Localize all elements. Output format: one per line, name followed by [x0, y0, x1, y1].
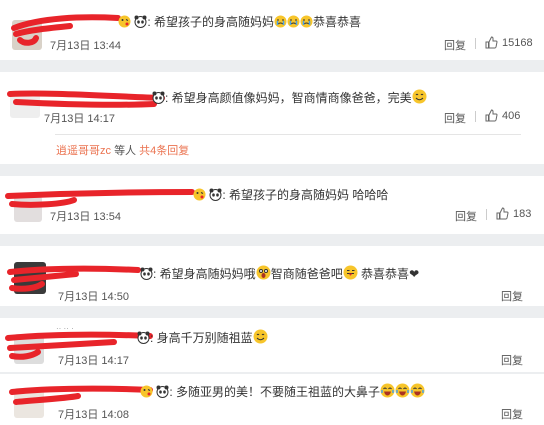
comment-time: 7月13日 14:17 [58, 355, 129, 367]
comment-text-part: 恭喜恭喜 [361, 267, 410, 281]
panda-icon [156, 385, 169, 398]
comment-text: : 多随亚男的美！不要随王祖蓝的大鼻子 [140, 383, 425, 400]
comment-card-5: ·· ·· · : 身高千万别随祖蓝 7月13日 14:17 回复 [0, 318, 544, 372]
panda-icon [134, 15, 147, 28]
kiss-emoji-icon [193, 188, 206, 201]
comment-text: : 希望孩子的身高随妈妈 恭喜恭喜 [118, 13, 361, 30]
comment-text-part: 希望孩子的身高随妈妈 [154, 15, 275, 29]
thumbs-up-icon [496, 207, 509, 220]
kiss-emoji-icon [140, 385, 153, 398]
divider [475, 38, 476, 49]
comment-text-part: 希望身高随妈妈哦 [159, 267, 256, 281]
panda-icon [137, 331, 150, 344]
comment-time: 7月13日 14:08 [58, 409, 129, 421]
divider [486, 209, 487, 220]
kiss-emoji-icon [118, 15, 131, 28]
laugh-cry-emoji-icon [395, 383, 410, 398]
comment-card-4: : 希望身高随妈妈哦 智商随爸爸吧 恭喜恭喜❤ 7月13日 14:50 回复 [0, 246, 544, 306]
comment-card-1: : 希望孩子的身高随妈妈 恭喜恭喜 7月13日 13:44 回复 15168 [0, 0, 544, 60]
comment-card-2: : 希望身高颜值像妈妈，智商情商像爸爸，完美 7月13日 14:17 回复 40… [0, 72, 544, 164]
panda-icon [209, 188, 222, 201]
reply-button[interactable]: 回复 [501, 288, 523, 304]
sub-reply-divider [55, 134, 521, 135]
thumbs-up-icon [485, 36, 498, 49]
comment-card-6: : 多随亚男的美！不要随王祖蓝的大鼻子 7月13日 14:08 回复 [0, 374, 544, 425]
comment-text-part: 恭喜恭喜 [313, 15, 362, 29]
reply-button[interactable]: 回复 [501, 406, 523, 422]
sub-reply-user[interactable]: 逍遥哥哥zc [56, 145, 111, 157]
thumbs-up-icon [485, 109, 498, 122]
like-button[interactable]: 15168 [485, 36, 533, 49]
comment-text: : 身高千万别随祖蓝 [137, 329, 268, 346]
divider [475, 111, 476, 122]
sub-reply-summary: 逍遥哥哥zc 等人 共4条回复 [56, 142, 189, 158]
smile-emoji-icon [412, 89, 427, 104]
comment-time: 7月13日 14:50 [58, 291, 129, 303]
comment-time: 7月13日 13:54 [50, 211, 121, 223]
cry-emoji-icon [274, 15, 287, 28]
like-button[interactable]: 183 [496, 207, 531, 220]
comment-text-part: 多随亚男的美！不要随王祖蓝的大鼻子 [176, 385, 381, 399]
comment-text: : 希望身高颜值像妈妈，智商情商像爸爸，完美 [152, 89, 427, 106]
comment-text-part: 智商随爸爸吧 [270, 267, 343, 281]
comment-text: : 希望身高随妈妈哦 智商随爸爸吧 恭喜恭喜❤ [140, 265, 419, 282]
panda-icon [152, 91, 165, 104]
shocked-emoji-icon [256, 265, 271, 280]
comment-time: 7月13日 14:17 [44, 113, 115, 125]
panda-icon [140, 267, 153, 280]
like-button[interactable]: 406 [485, 109, 520, 122]
cry-emoji-icon [300, 15, 313, 28]
reply-button[interactable]: 回复 [455, 208, 477, 224]
comment-text-part: 希望身高颜值像妈妈，智商情商像爸爸，完美 [171, 91, 412, 105]
like-count: 183 [513, 207, 532, 220]
like-count: 15168 [502, 36, 533, 49]
cry-emoji-icon [287, 15, 300, 28]
reply-button[interactable]: 回复 [444, 37, 466, 53]
comment-card-3: : 希望孩子的身高随妈妈 哈哈哈 7月13日 13:54 回复 183 [0, 176, 544, 234]
sub-reply-count-link[interactable]: 共4条回复 [139, 145, 189, 157]
laugh-cry-emoji-icon [410, 383, 425, 398]
smile-emoji-icon [253, 329, 268, 344]
comment-text-part: 希望孩子的身高随妈妈 哈哈哈 [229, 188, 389, 202]
reply-button[interactable]: 回复 [444, 110, 466, 126]
redaction-scribble [6, 84, 166, 112]
comment-text: : 希望孩子的身高随妈妈 哈哈哈 [193, 186, 388, 203]
laugh-cry-emoji-icon [380, 383, 395, 398]
reply-button[interactable]: 回复 [501, 352, 523, 368]
comment-time: 7月13日 13:44 [50, 40, 121, 52]
comment-text-part: 身高千万别随祖蓝 [156, 331, 253, 345]
like-count: 406 [502, 109, 521, 122]
tongue-emoji-icon [343, 265, 358, 280]
sub-reply-text: 等人 [114, 145, 137, 157]
heart-icon: ❤ [409, 267, 420, 281]
